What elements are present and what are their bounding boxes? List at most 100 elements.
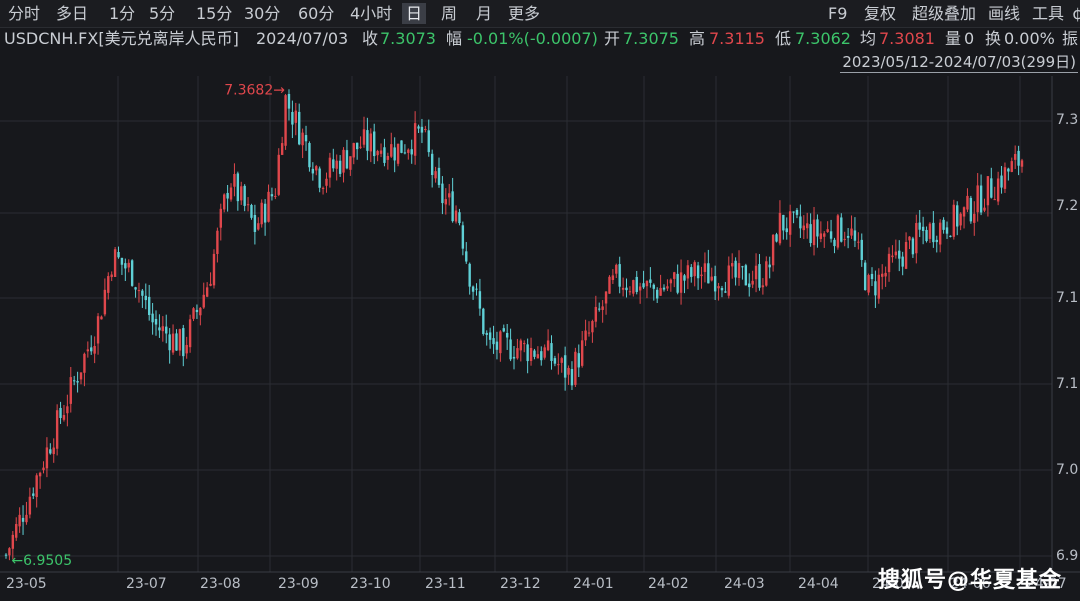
x-tick-label: 24-01 <box>573 576 614 592</box>
candle-body <box>15 524 18 538</box>
candle-body <box>529 347 533 361</box>
candle-body <box>335 160 338 169</box>
candle-body <box>956 205 959 227</box>
candle-body <box>696 265 700 279</box>
candle-body <box>598 308 601 310</box>
candle-body <box>990 178 993 198</box>
candle-body <box>185 344 188 354</box>
candle-body <box>703 263 707 272</box>
y-tick-label: 7.1 <box>1056 290 1078 306</box>
candle-body <box>509 339 512 360</box>
candle-body <box>219 208 222 228</box>
candle-body <box>731 263 734 267</box>
candle-body <box>376 151 379 156</box>
candle-body <box>751 280 754 285</box>
candle-body <box>935 239 938 243</box>
candle-body <box>638 286 642 291</box>
candle-body <box>100 316 103 320</box>
plot-area <box>0 76 1080 572</box>
candle-body <box>918 222 921 230</box>
candle-body <box>1013 153 1017 160</box>
candle-body <box>826 229 829 232</box>
candle-body <box>366 130 369 151</box>
candle-body <box>270 194 274 197</box>
candle-body <box>741 266 744 268</box>
x-tick-label: 23-09 <box>278 576 319 592</box>
candle-body <box>993 199 996 201</box>
candle-body <box>55 410 59 449</box>
candle-body <box>171 333 175 353</box>
candle-body <box>151 313 154 323</box>
candle-body <box>315 166 318 171</box>
candle-body <box>318 168 321 188</box>
candle-body <box>437 167 441 185</box>
candle-body <box>799 216 802 229</box>
candle-body <box>625 287 628 291</box>
candle-body <box>240 186 243 201</box>
candle-body <box>570 369 574 386</box>
candle-body <box>662 287 666 290</box>
candle-body <box>434 171 437 179</box>
candle-body <box>246 204 250 206</box>
candle-body <box>229 187 233 200</box>
candle-body <box>898 250 901 259</box>
candle-body <box>761 285 765 288</box>
candle-body <box>42 467 45 471</box>
candle-body <box>737 263 741 278</box>
candle-body <box>560 358 563 363</box>
candle-body <box>1000 175 1003 188</box>
candle-body <box>448 193 451 198</box>
candle-body <box>540 351 543 361</box>
candle-body <box>843 238 846 240</box>
candle-body <box>765 261 768 286</box>
candlestick-chart[interactable]: 6.97.07.17.17.27.323-05 23-07 23-08 23-09 23… <box>0 0 1080 601</box>
candle-body <box>775 234 778 242</box>
candle-body <box>591 321 594 333</box>
candle-body <box>352 143 355 158</box>
candle-body <box>69 377 72 404</box>
candle-body <box>11 534 15 549</box>
candle-body <box>349 156 352 170</box>
candle-body <box>816 219 819 237</box>
candle-body <box>608 276 611 294</box>
candle-body <box>1007 168 1010 172</box>
candle-body <box>444 199 448 205</box>
candle-body <box>424 128 427 130</box>
candle-body <box>468 263 471 287</box>
candle-body <box>451 191 454 222</box>
candle-body <box>66 406 69 414</box>
candle-body <box>673 272 676 279</box>
candle-body <box>983 207 986 211</box>
candle-body <box>325 178 328 186</box>
candle-body <box>144 295 147 301</box>
candle-body <box>857 241 860 243</box>
candle-body <box>546 340 550 351</box>
candle-body <box>407 149 410 153</box>
candle-body <box>829 231 833 239</box>
candle-body <box>124 263 127 269</box>
candle-body <box>557 364 560 366</box>
candle-body <box>359 146 362 148</box>
y-tick-label: 7.0 <box>1056 462 1078 478</box>
candle-body <box>679 272 683 293</box>
candle-body <box>683 275 686 281</box>
candle-body <box>894 251 898 256</box>
candle-body <box>819 233 823 239</box>
candle-body <box>188 319 192 348</box>
candle-body <box>130 260 134 286</box>
candle-body <box>110 274 113 278</box>
candle-body <box>642 283 645 288</box>
candle-body <box>178 329 182 351</box>
candle-body <box>938 222 942 245</box>
candle-body <box>390 144 393 157</box>
candle-body <box>806 223 809 229</box>
x-tick-label: 23-07 <box>126 576 167 592</box>
candle-body <box>1010 161 1013 172</box>
candle-body <box>83 353 86 373</box>
max-annotation: 7.3682→ <box>224 82 285 98</box>
candle-body <box>754 265 758 280</box>
candle-body <box>1020 160 1024 167</box>
x-tick-label: 24-03 <box>724 576 765 592</box>
candle-body <box>250 204 253 218</box>
candle-body <box>301 132 304 146</box>
